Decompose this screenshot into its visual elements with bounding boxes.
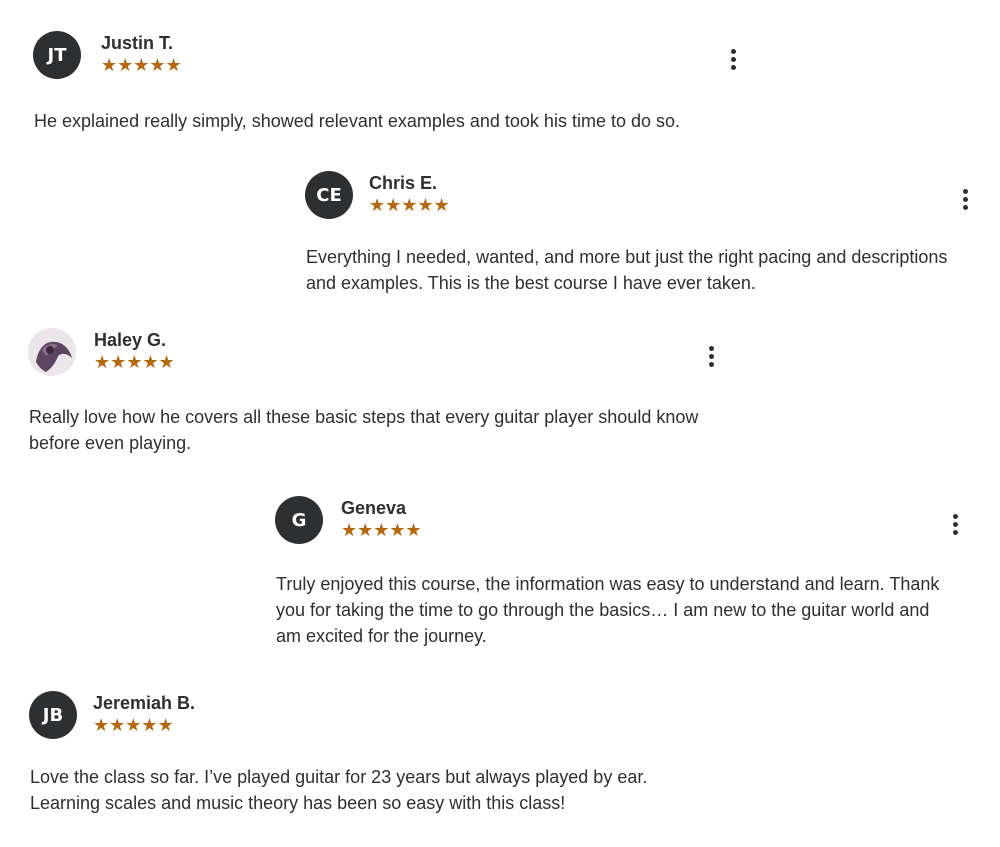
reviewer-name: Haley G.: [94, 330, 167, 350]
star-rating: ★★★★★: [341, 520, 422, 541]
avatar: CE: [305, 171, 353, 219]
review-text: Everything I needed, wanted, and more bu…: [306, 247, 948, 293]
more-vertical-icon: [708, 345, 714, 351]
reviewer-name: Jeremiah B.: [93, 693, 196, 713]
reviewer-name: Justin T.: [101, 33, 174, 53]
more-options-button[interactable]: [699, 342, 723, 370]
review-text: He explained really simply, showed relev…: [34, 111, 680, 131]
more-vertical-icon: [730, 48, 736, 54]
star-rating: ★★★★★: [94, 352, 175, 373]
more-vertical-icon: [952, 513, 958, 519]
review-text: Truly enjoyed this course, the informati…: [276, 574, 940, 646]
review-card: JB Jeremiah B. ★★★★★ Love the class so f…: [29, 691, 749, 821]
review-card: Haley G. ★★★★★ Really love how he covers…: [28, 328, 748, 458]
more-options-button[interactable]: [721, 45, 745, 73]
review-text: Love the class so far. I’ve played guita…: [30, 767, 648, 813]
review-card: CE Chris E. ★★★★★ Everything I needed, w…: [305, 171, 985, 301]
profile-photo-image: [28, 328, 76, 376]
more-vertical-icon: [962, 188, 968, 194]
star-rating: ★★★★★: [369, 195, 450, 216]
more-options-button[interactable]: [953, 185, 977, 213]
avatar: JB: [29, 691, 77, 739]
profile-photo: [28, 328, 76, 376]
star-rating: ★★★★★: [93, 715, 174, 736]
avatar: JT: [33, 31, 81, 79]
review-card: JT Justin T. ★★★★★ He explained really s…: [33, 31, 753, 141]
star-rating: ★★★★★: [101, 55, 182, 76]
review-text: Really love how he covers all these basi…: [29, 407, 699, 453]
more-options-button[interactable]: [943, 510, 967, 538]
avatar: G: [275, 496, 323, 544]
review-card: G Geneva ★★★★★ Truly enjoyed this course…: [275, 496, 985, 656]
reviewer-name: Chris E.: [369, 173, 438, 193]
reviewer-name: Geneva: [341, 498, 407, 518]
